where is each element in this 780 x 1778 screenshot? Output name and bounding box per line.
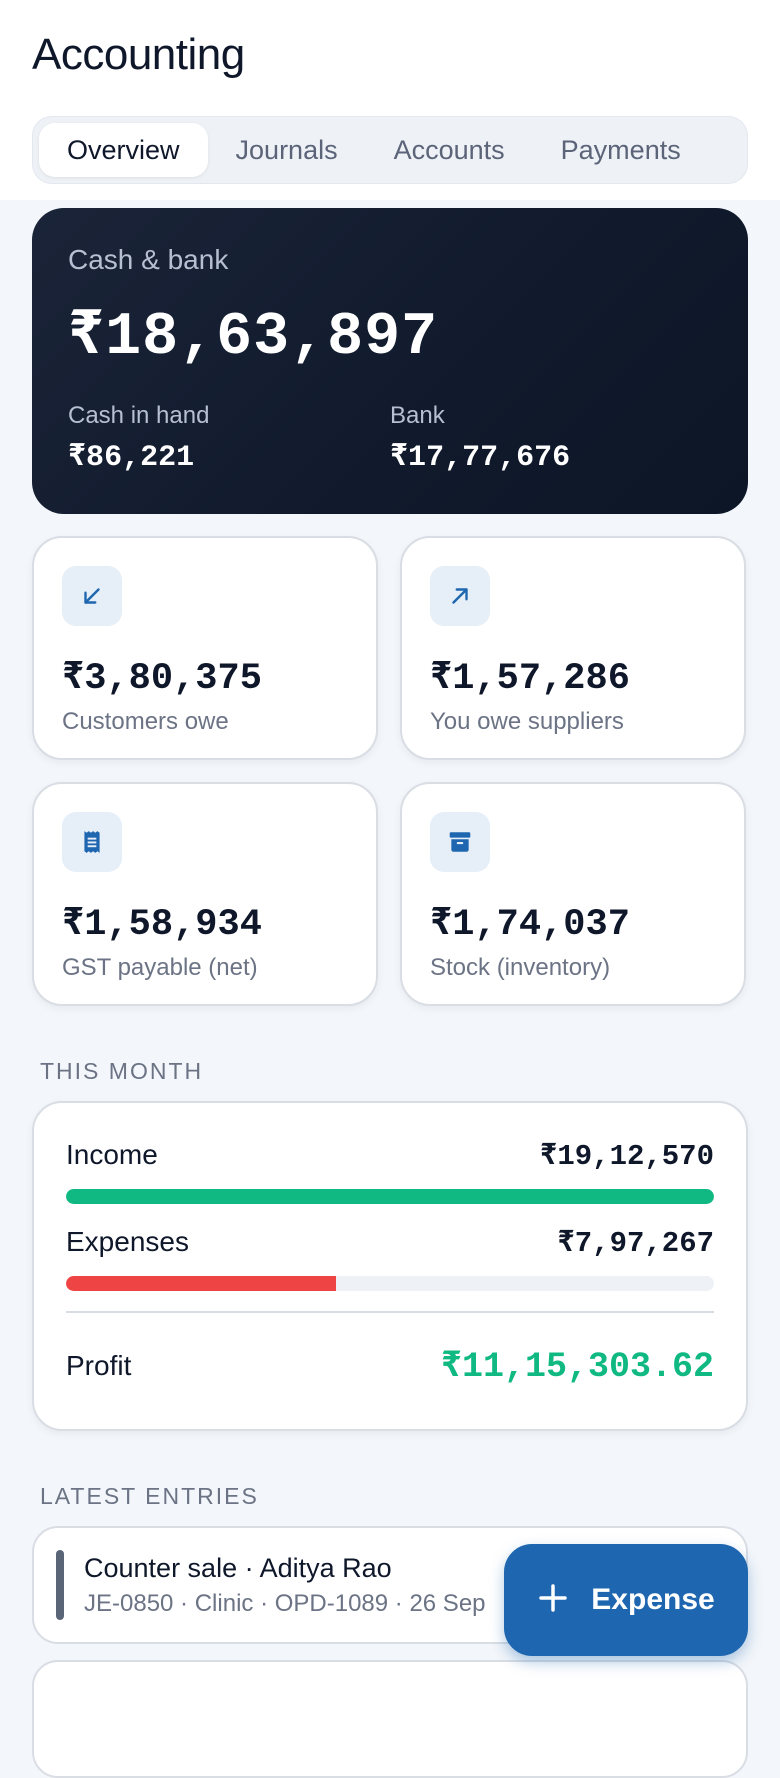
stat-card-payables[interactable]: ₹1,57,286 You owe suppliers — [400, 536, 746, 760]
expenses-bar-fill — [66, 1276, 337, 1291]
stat-card-receivables[interactable]: ₹3,80,375 Customers owe — [32, 536, 378, 760]
stat-value: ₹3,80,375 — [62, 658, 262, 700]
tab-payments[interactable]: Payments — [533, 123, 709, 177]
cash-in-hand-label: Cash in hand — [68, 402, 210, 429]
cash-bank-total: ₹18,63,897 — [68, 304, 439, 372]
income-bar — [66, 1189, 714, 1204]
receipt-icon — [62, 812, 122, 872]
stat-label: Stock (inventory) — [430, 954, 611, 981]
tab-bar: Overview Journals Accounts Payments — [32, 116, 748, 184]
section-title-this-month: THIS MONTH — [40, 1058, 204, 1084]
income-label: Income — [66, 1139, 158, 1170]
entry-subtitle: JE-0850 · Clinic · OPD-1089 · 26 Sep — [84, 1589, 486, 1617]
expenses-value: ₹7,97,267 — [557, 1227, 714, 1260]
list-item[interactable] — [32, 1660, 748, 1778]
plus-icon — [537, 1582, 569, 1619]
profit-row: Profit ₹11,15,303.62 — [66, 1345, 714, 1387]
divider — [66, 1311, 714, 1313]
this-month-card: Income ₹19,12,570 Expenses ₹7,97,267 Pro… — [32, 1101, 748, 1431]
tab-journals[interactable]: Journals — [208, 123, 366, 177]
income-value: ₹19,12,570 — [539, 1140, 714, 1173]
arrow-down-left-icon — [62, 566, 122, 626]
bank-balance: Bank ₹17,77,676 — [390, 402, 712, 475]
stat-label: Customers owe — [62, 708, 229, 735]
income-row: Income ₹19,12,570 — [66, 1137, 714, 1173]
stat-value: ₹1,74,037 — [430, 904, 630, 946]
stat-label: GST payable (net) — [62, 954, 258, 981]
entry-status-bar — [56, 1550, 64, 1620]
app-header: Accounting Overview Journals Accounts Pa… — [0, 0, 780, 200]
expenses-label: Expenses — [66, 1226, 189, 1257]
cash-split: Cash in hand ₹86,221 Bank ₹17,77,676 — [68, 402, 712, 475]
archive-icon — [430, 812, 490, 872]
main-content: Cash & bank ₹18,63,897 Cash in hand ₹86,… — [0, 200, 780, 1778]
add-expense-label: Expense — [591, 1583, 715, 1616]
stat-card-gst[interactable]: ₹1,58,934 GST payable (net) — [32, 782, 378, 1006]
add-expense-button[interactable]: Expense — [504, 1544, 748, 1656]
stat-value: ₹1,58,934 — [62, 904, 262, 946]
income-bar-fill — [66, 1189, 714, 1204]
profit-value: ₹11,15,303.62 — [440, 1347, 714, 1387]
bank-label: Bank — [390, 402, 445, 429]
stat-card-stock[interactable]: ₹1,74,037 Stock (inventory) — [400, 782, 746, 1006]
cash-in-hand-value: ₹86,221 — [68, 441, 195, 475]
expenses-bar — [66, 1276, 714, 1291]
profit-label: Profit — [66, 1350, 132, 1381]
cash-bank-card[interactable]: Cash & bank ₹18,63,897 Cash in hand ₹86,… — [32, 208, 748, 514]
bank-value: ₹17,77,676 — [390, 441, 571, 475]
tab-accounts[interactable]: Accounts — [366, 123, 533, 177]
stat-label: You owe suppliers — [430, 708, 624, 735]
stat-value: ₹1,57,286 — [430, 658, 630, 700]
expenses-row: Expenses ₹7,97,267 — [66, 1224, 714, 1260]
stat-grid: ₹3,80,375 Customers owe ₹1,57,286 You ow… — [32, 536, 748, 1006]
entry-text: Counter sale · Aditya Rao JE-0850 · Clin… — [84, 1553, 486, 1618]
section-title-latest-entries: LATEST ENTRIES — [40, 1483, 259, 1509]
cash-in-hand: Cash in hand ₹86,221 — [68, 402, 390, 475]
entry-title: Counter sale · Aditya Rao — [84, 1552, 392, 1583]
cash-bank-label: Cash & bank — [68, 244, 229, 275]
page-title: Accounting — [32, 30, 245, 79]
tab-overview[interactable]: Overview — [39, 123, 208, 177]
arrow-up-right-icon — [430, 566, 490, 626]
